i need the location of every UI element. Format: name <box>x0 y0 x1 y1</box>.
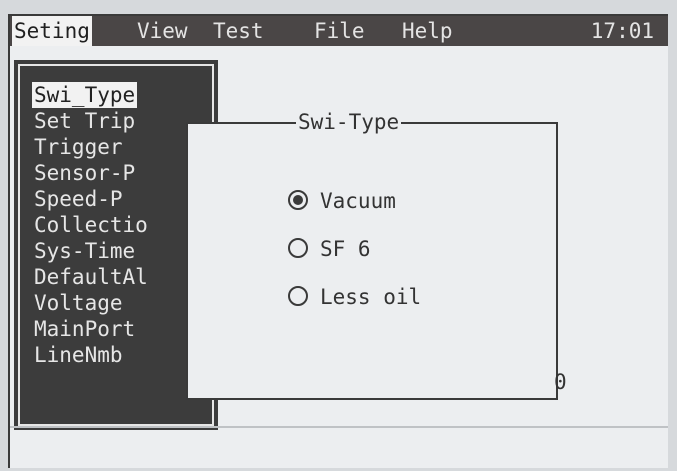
device-screen: Seting View Test File Help 17:01 Swi_Typ… <box>8 14 668 468</box>
dialog-title: Swi-Type <box>296 109 402 135</box>
menu-test[interactable]: Test <box>211 16 266 46</box>
radio-label-less-oil: Less oil <box>320 285 422 309</box>
menu-item-swi-type[interactable]: Swi_Type <box>32 82 138 108</box>
menu-item-line-nmb[interactable]: LineNmb <box>32 342 125 368</box>
menu-item-collection[interactable]: Collectio <box>32 212 150 238</box>
swi-type-dialog: Swi-Type Vacuum SF 6 Less oil <box>186 109 558 400</box>
radio-option-less-oil[interactable]: Less oil <box>288 282 421 312</box>
bottom-divider <box>10 426 668 428</box>
menu-seting[interactable]: Seting <box>12 16 92 46</box>
radio-option-vacuum[interactable]: Vacuum <box>288 186 396 216</box>
menu-bar: Seting View Test File Help 17:01 <box>10 16 668 46</box>
radio-checked-icon[interactable] <box>288 190 308 210</box>
menu-help[interactable]: Help <box>400 16 455 46</box>
radio-option-sf6[interactable]: SF 6 <box>288 234 371 264</box>
menu-item-speed-p[interactable]: Speed-P <box>32 186 125 212</box>
radio-unchecked-icon[interactable] <box>288 286 308 306</box>
menu-file[interactable]: File <box>312 16 367 46</box>
radio-label-sf6: SF 6 <box>320 237 371 261</box>
background-value-text: 0 <box>554 370 567 394</box>
menu-item-set-trip[interactable]: Set Trip <box>32 108 137 134</box>
menu-item-trigger[interactable]: Trigger <box>32 134 125 160</box>
menu-item-sys-time[interactable]: Sys-Time <box>32 238 137 264</box>
radio-unchecked-icon[interactable] <box>288 238 308 258</box>
menu-item-voltage[interactable]: Voltage <box>32 290 125 316</box>
menu-item-sensor-p[interactable]: Sensor-P <box>32 160 137 186</box>
radio-label-vacuum: Vacuum <box>320 189 396 213</box>
clock: 17:01 <box>590 19 654 43</box>
menu-item-default-all[interactable]: DefaultAl <box>32 264 150 290</box>
menu-item-main-port[interactable]: MainPort <box>32 316 137 342</box>
menu-view[interactable]: View <box>135 16 190 46</box>
